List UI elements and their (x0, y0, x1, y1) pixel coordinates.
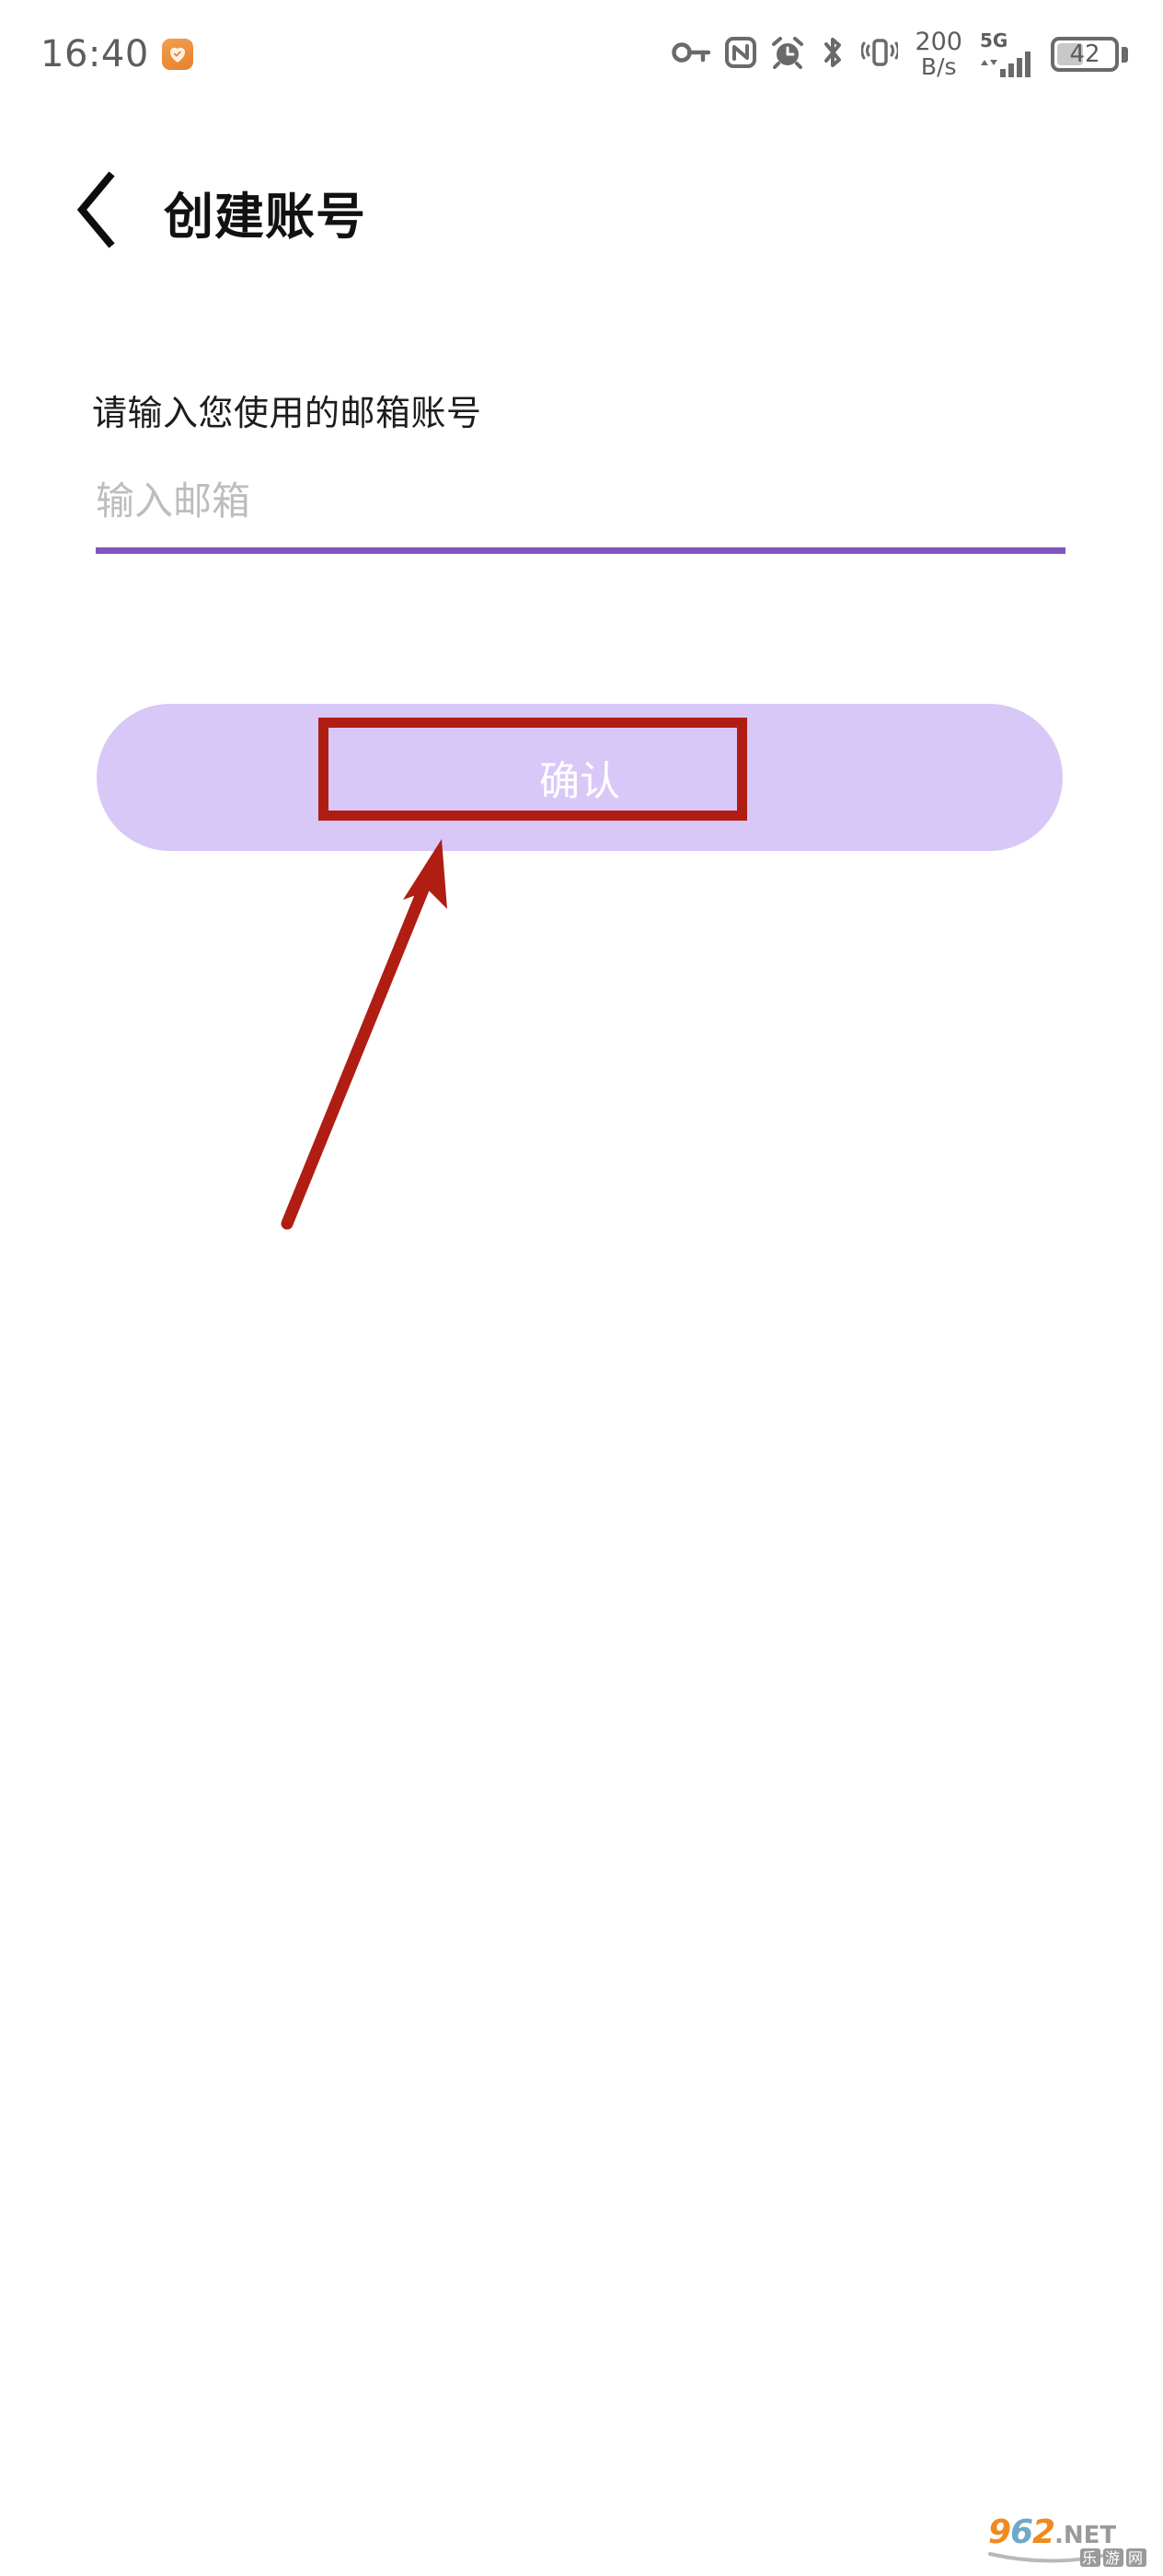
network-speed-indicator: 200 B/s (915, 29, 962, 78)
annotation-arrow (281, 839, 447, 1230)
watermark-962net: 9 6 2 .NET 乐 游 网 (988, 2513, 1146, 2567)
back-button[interactable] (46, 161, 147, 262)
email-input-underline (96, 547, 1065, 554)
chevron-left-icon (73, 170, 121, 253)
battery-level-text: 42 (1069, 40, 1100, 68)
svg-text:网: 网 (1128, 2549, 1143, 2567)
svg-text:.NET: .NET (1054, 2522, 1116, 2549)
email-field-group (96, 478, 1065, 554)
confirm-button-label: 确认 (539, 758, 620, 805)
vibrate-icon (860, 35, 901, 75)
battery-cap (1122, 46, 1128, 63)
app-header: 创建账号 (0, 147, 1163, 276)
svg-text:游: 游 (1105, 2549, 1120, 2567)
email-input[interactable] (96, 478, 1065, 547)
status-bar: 16:40 200 B/s 5G 42 (0, 0, 1163, 109)
page-title: 创建账号 (164, 187, 366, 246)
svg-text:2: 2 (1032, 2513, 1055, 2551)
nfc-icon (725, 36, 757, 73)
heart-check-icon (161, 39, 193, 70)
svg-text:9: 9 (988, 2513, 1011, 2551)
status-bar-right: 200 B/s 5G 42 (672, 29, 1128, 78)
svg-text:6: 6 (1010, 2513, 1033, 2551)
confirm-button[interactable]: 确认 (97, 704, 1063, 851)
svg-text:乐: 乐 (1082, 2549, 1097, 2567)
network-type-label: 5G (980, 29, 1008, 52)
network-speed-value: 200 (915, 28, 962, 57)
email-field-label: 请输入您使用的邮箱账号 (92, 393, 482, 433)
signal-strength-icon: 5G (979, 31, 1034, 78)
bluetooth-icon (819, 35, 846, 75)
vpn-key-icon (672, 39, 711, 71)
alarm-clock-icon (771, 36, 804, 74)
status-bar-left: 16:40 (40, 36, 193, 73)
battery-icon: 42 (1051, 37, 1128, 72)
status-bar-clock: 16:40 (40, 33, 149, 75)
network-speed-unit: B/s (920, 53, 957, 81)
